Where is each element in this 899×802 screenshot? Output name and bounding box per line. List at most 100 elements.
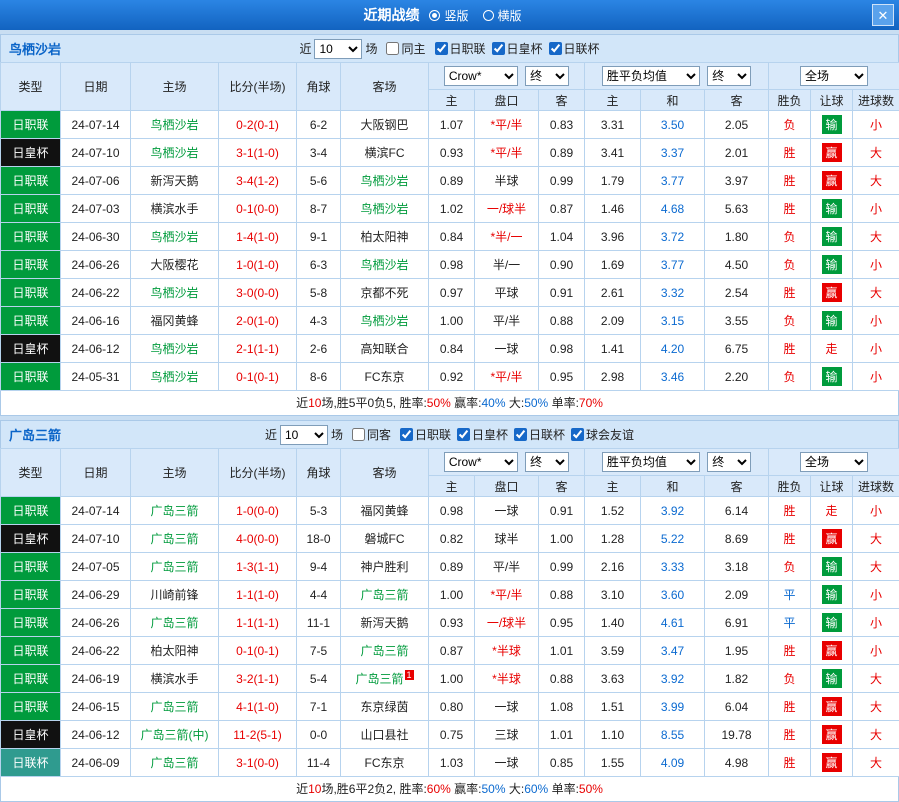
home-team-link[interactable]: 广岛三箭 [131, 609, 219, 637]
wdl-stage-select[interactable]: 终 [707, 66, 751, 86]
league-filter-checkbox[interactable]: 日联杯 [549, 40, 600, 57]
league-filter-checkbox[interactable]: 日职联 [400, 426, 451, 443]
goals-result: 大 [853, 223, 899, 251]
same-venue-checkbox[interactable]: 同主 [386, 40, 425, 57]
league-filter-input[interactable] [549, 42, 562, 55]
league-filter-checkbox[interactable]: 日职联 [435, 40, 486, 57]
layout-vertical-radio[interactable]: 竖版 [429, 7, 468, 24]
recent-count-select[interactable]: 10 [314, 39, 362, 59]
wdl-average-select[interactable]: 胜平负均值 [602, 452, 700, 472]
league-filter-checkbox[interactable]: 日联杯 [514, 426, 565, 443]
away-team-link[interactable]: 京都不死 [341, 279, 429, 307]
away-team-link[interactable]: 柏太阳神 [341, 223, 429, 251]
home-team-link[interactable]: 广岛三箭 [131, 749, 219, 777]
home-odds: 0.84 [429, 223, 475, 251]
avg-home-odds: 1.52 [585, 497, 641, 525]
home-odds: 1.07 [429, 111, 475, 139]
away-team-link[interactable]: 山口县社 [341, 721, 429, 749]
league-filter-input[interactable] [457, 428, 470, 441]
wdl-average-select[interactable]: 胜平负均值 [602, 66, 700, 86]
home-team-link[interactable]: 鸟栖沙岩 [131, 223, 219, 251]
match-scope-select[interactable]: 全场 [800, 66, 868, 86]
match-row: 日职联24-07-03横滨水手0-1(0-0)8-7鸟栖沙岩1.02一/球半0.… [1, 195, 899, 223]
wdl-stage-select[interactable]: 终 [707, 452, 751, 472]
col-header-avg-away: 客 [705, 90, 769, 111]
layout-horizontal-radio[interactable]: 横版 [483, 7, 522, 24]
match-result: 胜 [769, 721, 811, 749]
league-filter-input[interactable] [400, 428, 413, 441]
league-filter-input[interactable] [492, 42, 505, 55]
away-team-link[interactable]: FC东京 [341, 363, 429, 391]
team-name[interactable]: 鸟栖沙岩 [9, 39, 61, 58]
same-venue-checkbox[interactable]: 同客 [352, 426, 391, 443]
home-team-link[interactable]: 广岛三箭 [131, 525, 219, 553]
bookmaker-select[interactable]: Crow* [444, 66, 518, 86]
avg-away-odds: 2.05 [705, 111, 769, 139]
away-team-link[interactable]: 广岛三箭 [341, 637, 429, 665]
odds-stage-select[interactable]: 终 [525, 66, 569, 86]
corner-count: 2-6 [297, 335, 341, 363]
away-team-link[interactable]: 新泻天鹅 [341, 609, 429, 637]
league-filter-checkbox[interactable]: 日皇杯 [457, 426, 508, 443]
away-team-link[interactable]: 广岛三箭1 [341, 665, 429, 693]
away-team-link[interactable]: 鸟栖沙岩 [341, 167, 429, 195]
away-team-link[interactable]: FC东京 [341, 749, 429, 777]
home-team-link[interactable]: 鸟栖沙岩 [131, 363, 219, 391]
home-odds: 0.89 [429, 167, 475, 195]
home-team-link[interactable]: 横滨水手 [131, 195, 219, 223]
home-team-link[interactable]: 柏太阳神 [131, 637, 219, 665]
home-team-link[interactable]: 福冈黄蜂 [131, 307, 219, 335]
avg-home-odds: 1.51 [585, 693, 641, 721]
away-team-link[interactable]: 大阪钢巴 [341, 111, 429, 139]
away-team-link[interactable]: 鸟栖沙岩 [341, 307, 429, 335]
league-filter-input[interactable] [514, 428, 527, 441]
home-team-link[interactable]: 广岛三箭 [131, 693, 219, 721]
handicap-select-cell: Crow* 终 [429, 63, 585, 90]
away-team-link[interactable]: 鸟栖沙岩 [341, 195, 429, 223]
handicap-result-badge: 赢 [822, 529, 842, 548]
league-filter-input[interactable] [435, 42, 448, 55]
away-team-link[interactable]: 横滨FC [341, 139, 429, 167]
league-filter-checkbox[interactable]: 球会友谊 [571, 426, 634, 443]
home-team-link[interactable]: 新泻天鹅 [131, 167, 219, 195]
same-venue-input[interactable] [386, 42, 399, 55]
avg-draw-odds: 3.15 [641, 307, 705, 335]
col-header-type: 类型 [1, 449, 61, 497]
away-team-link[interactable]: 福冈黄蜂 [341, 497, 429, 525]
away-team-link[interactable]: 高知联合 [341, 335, 429, 363]
home-team-link[interactable]: 鸟栖沙岩 [131, 111, 219, 139]
home-team-link[interactable]: 大阪樱花 [131, 251, 219, 279]
corner-count: 6-2 [297, 111, 341, 139]
home-team-link[interactable]: 广岛三箭(中) [131, 721, 219, 749]
home-team-link[interactable]: 鸟栖沙岩 [131, 335, 219, 363]
home-team-link[interactable]: 广岛三箭 [131, 497, 219, 525]
away-team-link[interactable]: 磐城FC [341, 525, 429, 553]
home-team-link[interactable]: 广岛三箭 [131, 553, 219, 581]
away-team-link[interactable]: 神户胜利 [341, 553, 429, 581]
home-team-link[interactable]: 横滨水手 [131, 665, 219, 693]
home-odds: 0.98 [429, 497, 475, 525]
summary-part: 大: [506, 782, 525, 796]
match-row: 日皇杯24-06-12鸟栖沙岩2-1(1-1)2-6高知联合0.84一球0.98… [1, 335, 899, 363]
match-scope-select[interactable]: 全场 [800, 452, 868, 472]
league-filter-input[interactable] [571, 428, 584, 441]
odds-stage-select[interactable]: 终 [525, 452, 569, 472]
away-team-link[interactable]: 广岛三箭 [341, 581, 429, 609]
recent-count-select[interactable]: 10 [280, 425, 328, 445]
bookmaker-select[interactable]: Crow* [444, 452, 518, 472]
col-header-away: 客场 [341, 449, 429, 497]
away-team-link[interactable]: 鸟栖沙岩 [341, 251, 429, 279]
away-odds: 1.01 [539, 721, 585, 749]
same-venue-input[interactable] [352, 428, 365, 441]
league-filter-checkbox[interactable]: 日皇杯 [492, 40, 543, 57]
match-row: 日职联24-06-16福冈黄蜂2-0(1-0)4-3鸟栖沙岩1.00平/半0.8… [1, 307, 899, 335]
match-date: 24-06-16 [61, 307, 131, 335]
away-team-link[interactable]: 东京绿茵 [341, 693, 429, 721]
league-type-badge: 日职联 [1, 553, 61, 581]
home-team-link[interactable]: 川崎前锋 [131, 581, 219, 609]
home-team-link[interactable]: 鸟栖沙岩 [131, 139, 219, 167]
home-team-link[interactable]: 鸟栖沙岩 [131, 279, 219, 307]
avg-away-odds: 1.82 [705, 665, 769, 693]
close-icon[interactable]: ✕ [872, 4, 894, 26]
team-name[interactable]: 广岛三箭 [9, 425, 61, 444]
